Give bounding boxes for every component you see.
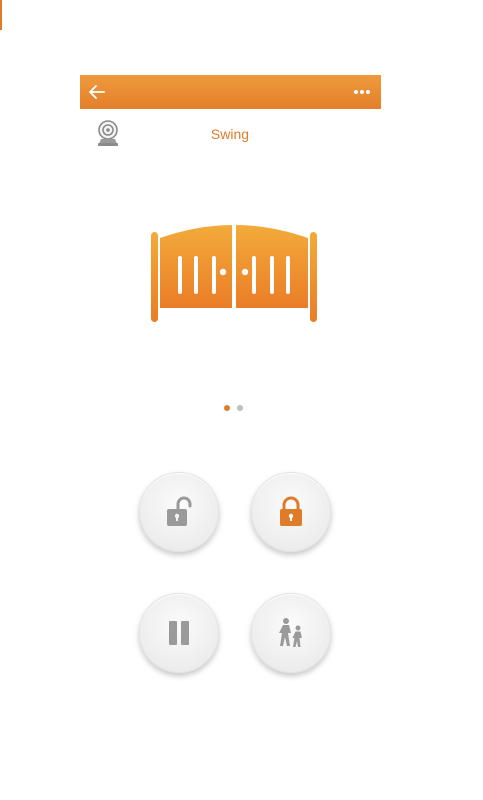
camera-icon: [98, 120, 118, 146]
pause-icon: [169, 621, 189, 645]
top-bar: [80, 75, 381, 109]
unlock-icon: [167, 496, 192, 526]
lock-icon: [280, 496, 302, 526]
edge-marker: [0, 0, 2, 30]
unlock-button[interactable]: [139, 472, 219, 552]
back-button[interactable]: [80, 75, 114, 109]
arrow-left-icon: [89, 85, 105, 99]
page-dot-1[interactable]: [224, 405, 230, 411]
camera-button[interactable]: [94, 119, 122, 147]
swing-gate-icon: [151, 225, 317, 322]
pedestrian-mode-button[interactable]: [251, 593, 331, 673]
more-dots-icon: [354, 90, 370, 94]
pause-button[interactable]: [139, 593, 219, 673]
page-dot-2[interactable]: [237, 405, 243, 411]
page-indicator: [224, 405, 243, 411]
lock-button[interactable]: [251, 472, 331, 552]
pedestrian-icon: [279, 618, 302, 647]
device-title: Swing: [210, 126, 250, 142]
more-button[interactable]: [345, 75, 379, 109]
